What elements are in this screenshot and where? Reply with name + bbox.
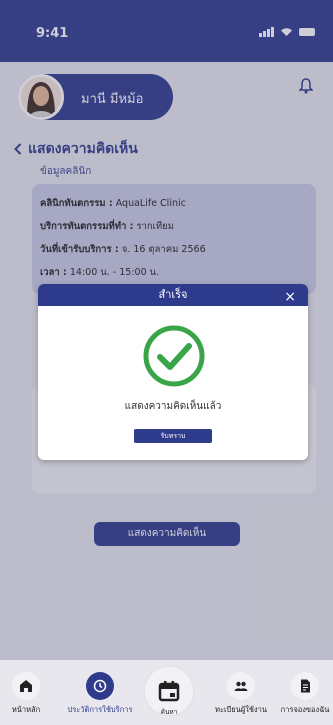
dialog-title: สำเร็จ	[158, 288, 188, 301]
success-dialog: สำเร็จ × แสดงความคิดเห็นแล้ว รับทราบ	[38, 284, 308, 460]
users-icon	[227, 672, 255, 700]
tab-label-users: ทะเบียนผู้ใช้งาน	[215, 705, 267, 714]
tab-my-bookings[interactable]: การจองของฉัน	[277, 672, 333, 716]
tab-history[interactable]: ประวัติการใช้บริการ	[58, 672, 142, 716]
tab-label-home: หน้าหลัก	[11, 705, 41, 714]
tab-users[interactable]: ทะเบียนผู้ใช้งาน	[203, 672, 279, 716]
close-icon[interactable]: ×	[284, 286, 296, 308]
tab-label-bookings: การจองของฉัน	[280, 705, 330, 714]
history-icon	[86, 672, 114, 700]
app-screen: 9:41 มานี มีหม้อ แสดงความคิดเห็น ข้อมูลค…	[0, 0, 333, 725]
dialog-header: สำเร็จ ×	[38, 284, 308, 306]
acknowledge-button[interactable]: รับทราบ	[134, 429, 212, 443]
dialog-message: แสดงความคิดเห็นแล้ว	[124, 401, 222, 412]
tab-home[interactable]: หน้าหลัก	[4, 672, 48, 716]
check-circle-icon	[143, 325, 205, 387]
tab-label-history: ประวัติการใช้บริการ	[67, 705, 133, 714]
document-icon	[291, 672, 319, 700]
calendar-icon	[158, 681, 180, 702]
home-icon	[12, 672, 40, 700]
tab-label-search: ค้นหา	[160, 708, 178, 716]
